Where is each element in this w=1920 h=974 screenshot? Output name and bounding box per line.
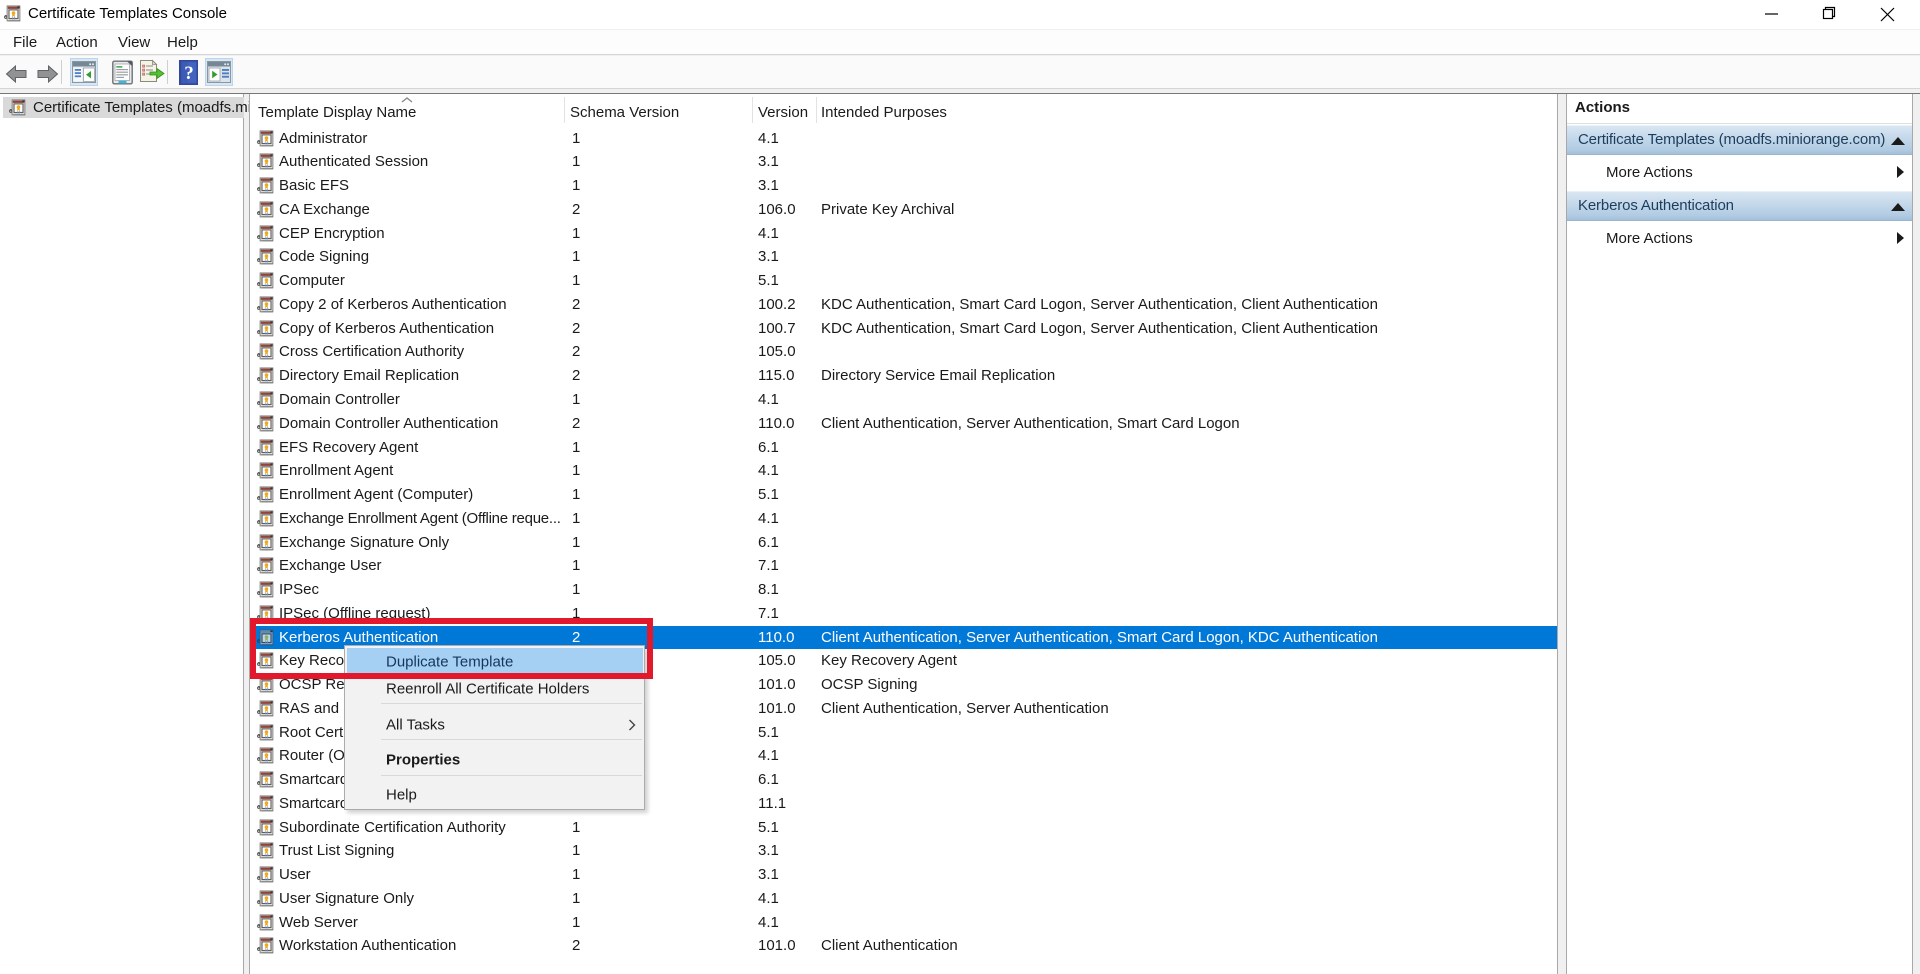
svg-text:?: ? [184,63,194,84]
